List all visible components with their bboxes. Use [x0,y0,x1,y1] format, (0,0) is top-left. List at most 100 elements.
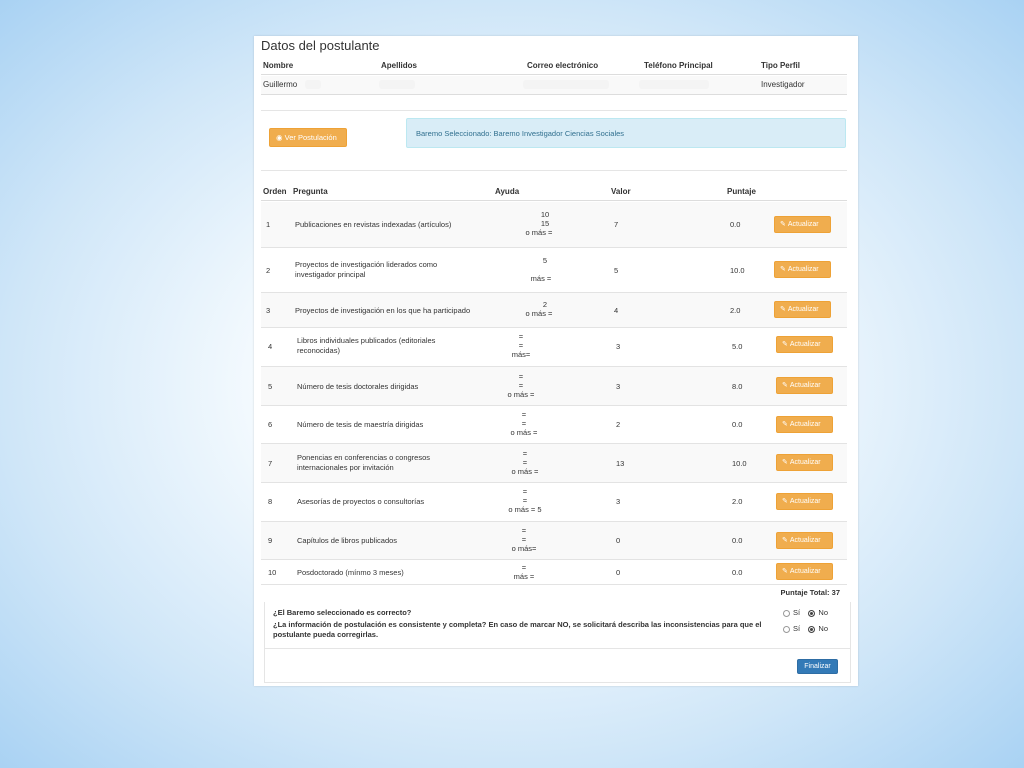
cell-pregunta: Libros individuales publicados (editoria… [297,336,436,355]
ayuda-line: 15 [540,219,550,228]
actualizar-button[interactable]: ✎ Actualizar [776,377,833,394]
actualizar-button[interactable]: ✎ Actualizar [776,563,833,580]
cell-puntaje: 0.0 [730,220,741,229]
cell-puntaje: 0.0 [732,536,743,545]
actualizar-button[interactable]: ✎ Actualizar [776,532,833,549]
baremo-info-alert: Baremo Seleccionado: Baremo Investigador… [406,118,846,148]
table-row: 5 Número de tesis doctorales dirigidas =… [261,367,847,406]
applicant-header-row: Nombre Apellidos Correo electrónico Telé… [261,60,847,75]
actualizar-button[interactable]: ✎ Actualizar [776,454,833,471]
ayuda-line: o más = [511,467,539,476]
radio-no[interactable] [808,609,816,617]
radio-label: Sí [792,608,801,617]
cell-puntaje: 0.0 [732,420,743,429]
ayuda-line: = [518,341,524,350]
cell-valor: 4 [614,306,619,315]
ayuda-line: = [522,496,528,505]
pencil-icon: ✎ [782,568,788,575]
ver-postulacion-label: Ver Postulación [284,133,337,142]
cell-ayuda: = = más= [491,332,551,359]
questions-table-header: Orden Pregunta Ayuda Valor Puntaje [261,186,847,201]
radio-label: No [818,624,828,633]
pencil-icon: ✎ [782,421,788,428]
col-tipo-perfil: Tipo Perfil [761,61,800,70]
ayuda-line: más = [530,274,552,283]
ayuda-line: = [521,563,527,572]
cell-orden: 4 [268,342,273,351]
cell-pregunta: Proyectos de investigación en los que ha… [295,306,471,315]
page-title: Datos del postulante [261,38,380,53]
radio-si[interactable] [782,609,790,617]
th-puntaje: Puntaje [727,187,756,196]
actualizar-label: Actualizar [789,568,821,575]
finalizar-button[interactable]: Finalizar [797,659,838,674]
cell-valor: 7 [614,220,619,229]
ayuda-line: o más = 5 [508,505,542,514]
cell-puntaje: 2.0 [730,306,741,315]
cell-puntaje: 2.0 [732,497,743,506]
pencil-icon: ✎ [782,459,788,466]
divider [265,648,850,649]
ver-postulacion-button[interactable]: ◉ Ver Postulación [269,128,347,147]
ayuda-line: 2 [542,300,548,309]
radio-no[interactable] [808,625,816,633]
pencil-icon: ✎ [780,266,786,273]
actualizar-button[interactable]: ✎ Actualizar [776,416,833,433]
cell-orden: 9 [268,536,273,545]
cell-puntaje: 10.0 [730,266,745,275]
ayuda-line [509,265,569,274]
value-nombre: Guillermo [263,80,298,89]
applicant-data-row: Guillermo Investigador [261,76,847,95]
ayuda-line: = [521,535,527,544]
ayuda-line: = [518,332,524,341]
ayuda-line: o más = [525,309,553,318]
cell-ayuda: = = o más = [491,372,551,399]
th-orden: Orden [263,187,287,196]
cell-pregunta: Asesorías de proyectos o consultorías [297,497,425,506]
cell-valor: 5 [614,266,619,275]
ayuda-line: o más = [507,390,535,399]
cell-pregunta: Capítulos de libros publicados [297,536,398,545]
ayuda-line: = [518,381,524,390]
ayuda-line: = [522,458,528,467]
col-correo: Correo electrónico [527,61,599,70]
eye-icon: ◉ [276,133,283,142]
table-row: 9 Capítulos de libros publicados = = o m… [261,522,847,560]
table-row: 7 Ponencias en conferencias o congresos … [261,444,847,483]
col-telefono: Teléfono Principal [644,61,713,70]
actualizar-button[interactable]: ✎ Actualizar [774,216,831,233]
radio-group-consistencia: Sí No [782,624,828,633]
actualizar-label: Actualizar [787,306,819,313]
divider [261,110,847,111]
table-row: 3 Proyectos de investigación en los que … [261,293,847,328]
col-apellidos: Apellidos [381,61,418,70]
puntaje-total: Puntaje Total: 37 [780,588,840,597]
cell-puntaje: 8.0 [732,382,743,391]
cell-orden: 2 [266,266,271,275]
radio-label: No [818,608,828,617]
cell-pregunta: Número de tesis de maestría dirigidas [297,420,424,429]
ayuda-line: o más= [511,544,537,553]
cell-ayuda: = = o más = [494,410,554,437]
cell-orden: 3 [266,306,271,315]
actualizar-button[interactable]: ✎ Actualizar [776,493,833,510]
cell-orden: 6 [268,420,273,429]
table-row: 2 Proyectos de investigación liderados c… [261,248,847,293]
ayuda-line: = [522,487,528,496]
cell-valor: 3 [616,342,621,351]
actualizar-button[interactable]: ✎ Actualizar [774,301,831,318]
cell-ayuda: 10 15 o más = [509,210,569,237]
cell-ayuda: = = o más = 5 [495,487,555,514]
value-tipo-perfil: Investigador [761,80,805,89]
cell-valor: 0 [616,568,621,577]
divider [261,170,847,171]
cell-pregunta: Número de tesis doctorales dirigidas [297,382,419,391]
applicant-panel: Datos del postulante Nombre Apellidos Co… [254,36,858,686]
actualizar-button[interactable]: ✎ Actualizar [774,261,831,278]
actualizar-button[interactable]: ✎ Actualizar [776,336,833,353]
table-row: 6 Número de tesis de maestría dirigidas … [261,406,847,444]
pencil-icon: ✎ [782,382,788,389]
radio-si[interactable] [782,625,790,633]
cell-ayuda: = más = [494,563,554,581]
table-row: 10 Posdoctorado (mínmo 3 meses) = más = … [261,560,847,585]
